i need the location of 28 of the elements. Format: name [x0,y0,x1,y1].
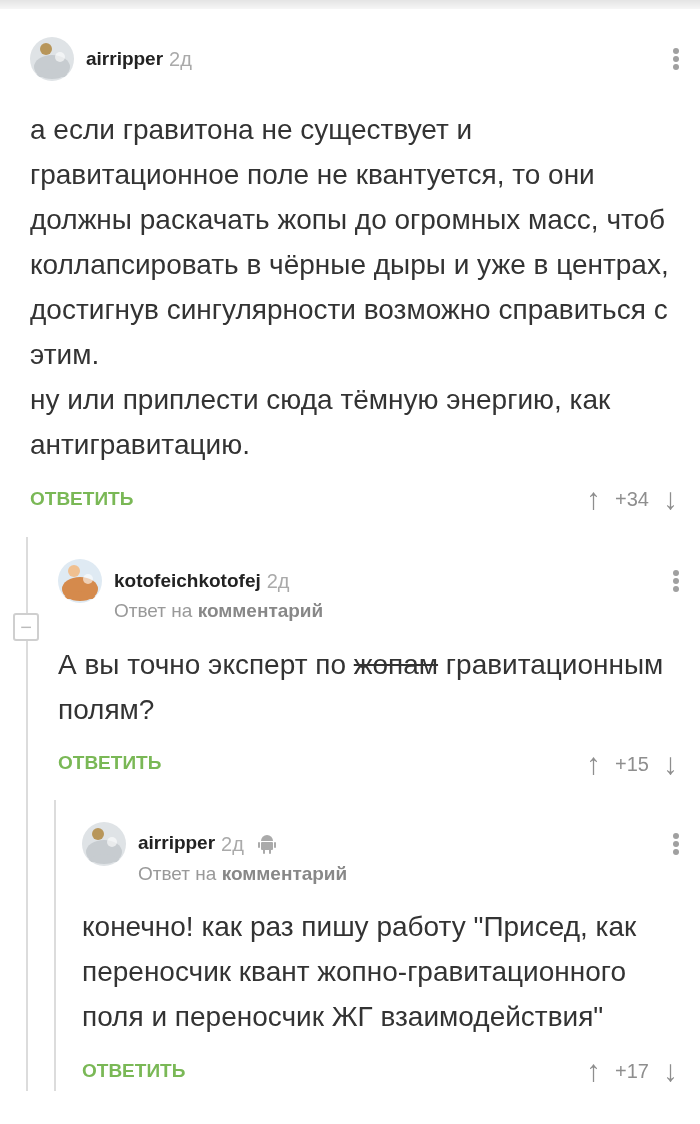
more-icon[interactable] [672,831,680,856]
more-icon[interactable] [672,569,680,594]
more-icon[interactable] [672,47,680,72]
timestamp: 2д [266,569,290,594]
comment-text: А вы точно эксперт по жопам гравитационным полям? [58,647,665,727]
reply-to-link[interactable]: Ответ на комментарий [114,597,678,626]
reply-button[interactable]: ОТВЕТИТЬ [82,1056,186,1086]
comment-text: а если гравитона не существует и гравитационное поле не квантуется, то они должны раскачать жопы до огромных масс, чтоб коллапсировать в чёрные дыры и уже в центрах, достигнув сингулярности возможно справиться с этим. [30,113,670,372]
reply-button[interactable]: ОТВЕТИТЬ [30,484,134,514]
reply-to-link[interactable]: Ответ на комментарий [138,859,678,888]
downvote-button[interactable]: ↓ [663,1056,678,1086]
collapse-button[interactable]: − [13,613,39,641]
downvote-button[interactable]: ↓ [663,748,678,779]
rating-score: +15 [615,751,649,777]
rating-score: +17 [615,1059,649,1084]
reply-button[interactable]: ОТВЕТИТЬ [58,749,162,778]
author-name[interactable]: kotofeichkotofej [114,566,261,596]
author-name[interactable]: airripper [86,44,164,74]
upvote-button[interactable]: ↑ [586,748,602,779]
timestamp: 2д [169,47,192,72]
comment-text: ну или приплести сюда тёмную энергию, как антигравитацию. [30,383,612,462]
downvote-button[interactable]: ↓ [663,484,678,514]
rating-score: +34 [615,487,649,512]
upvote-button[interactable]: ↑ [586,1056,602,1086]
comment-text: конечно! как раз пишу работу "Присед, как переносчик квант жопно-гравитационного поля и переносчик ЖГ взаимодействия" [82,910,638,1034]
upvote-button[interactable]: ↑ [586,484,602,514]
author-name[interactable]: airripper [138,829,216,858]
timestamp: 2д [221,831,244,857]
